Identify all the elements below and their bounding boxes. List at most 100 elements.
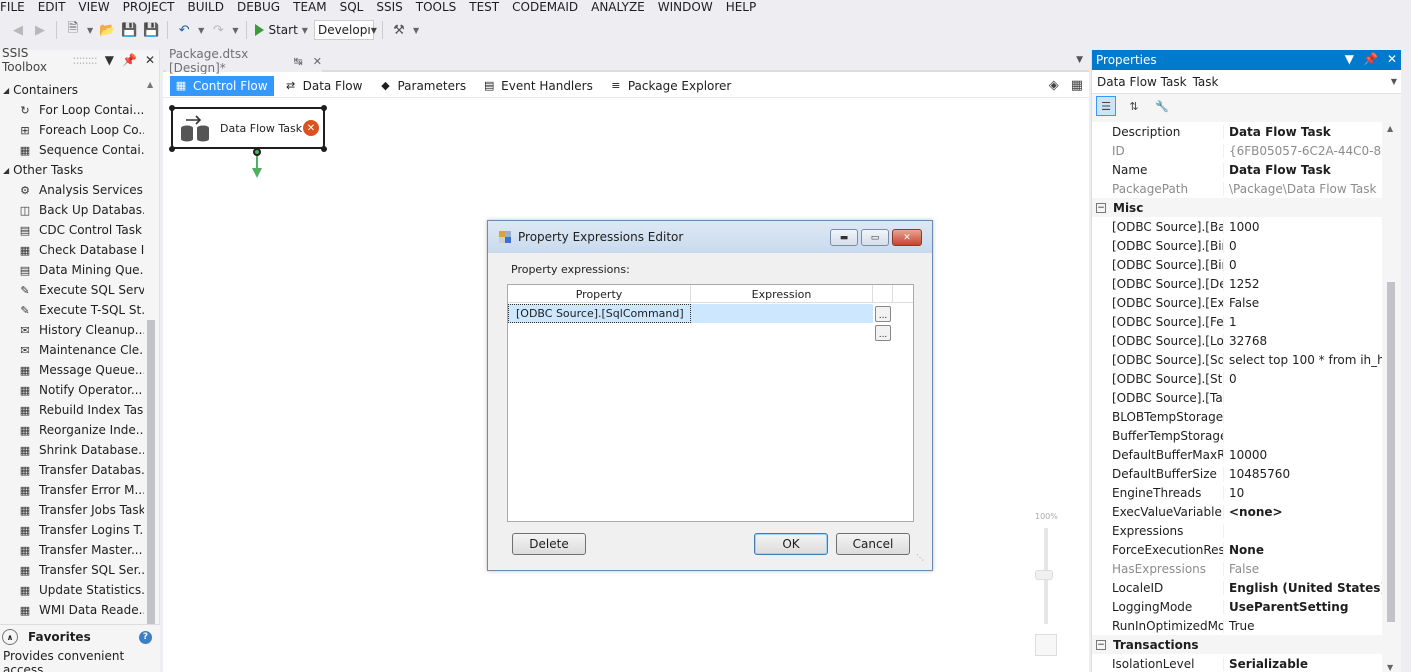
property-row[interactable]: [ODBC Source].[BatchSiz1000 bbox=[1092, 217, 1382, 236]
property-row[interactable]: ExecValueVariable <none> bbox=[1092, 502, 1382, 521]
menu-file[interactable]: FILE bbox=[0, 1, 38, 13]
property-value[interactable]: 32768 bbox=[1224, 334, 1382, 348]
help-icon[interactable]: ? bbox=[139, 630, 152, 644]
tab-parameters[interactable]: ◆ Parameters bbox=[374, 76, 472, 96]
collapse-icon[interactable]: − bbox=[1096, 639, 1106, 650]
dialog-titlebar[interactable]: Property Expressions Editor ▬ ▭ ✕ bbox=[488, 221, 932, 253]
toolbox-item[interactable]: ▦ Message Queue... bbox=[0, 360, 144, 380]
menu-build[interactable]: BUILD bbox=[187, 1, 236, 13]
close-icon[interactable]: ✕ bbox=[313, 55, 322, 68]
toolbox-item[interactable]: ↻ For Loop Contai... bbox=[0, 100, 144, 120]
property-row[interactable]: DefaultBufferSize 10485760 bbox=[1092, 464, 1382, 483]
property-value[interactable]: 0 bbox=[1224, 258, 1382, 272]
property-row[interactable]: Expressions bbox=[1092, 521, 1382, 540]
window-position-icon[interactable]: ▼ bbox=[1345, 52, 1354, 66]
property-row[interactable]: [ODBC Source].[FetchMe1 bbox=[1092, 312, 1382, 331]
toolbox-item[interactable]: ⚙ Analysis Services... bbox=[0, 180, 144, 200]
toolbox-item[interactable]: ✉ History Cleanup... bbox=[0, 320, 144, 340]
property-row[interactable]: [ODBC Source].[SqlComselect top 100 * fr… bbox=[1092, 350, 1382, 369]
property-row[interactable]: PackagePath \Package\Data Flow Task bbox=[1092, 179, 1382, 198]
property-row[interactable]: DefaultBufferMaxRows10000 bbox=[1092, 445, 1382, 464]
menu-help[interactable]: HELP bbox=[726, 1, 770, 13]
collapse-icon[interactable]: ∧ bbox=[2, 629, 18, 645]
toolbox-item[interactable]: ▤ CDC Control Task bbox=[0, 220, 144, 240]
property-row[interactable]: LoggingMode UseParentSetting bbox=[1092, 597, 1382, 616]
toolbox-item[interactable]: ▦ Transfer Master... bbox=[0, 540, 144, 560]
tab-package-explorer[interactable]: ≡ Package Explorer bbox=[605, 76, 738, 96]
toolbox-group-other-tasks[interactable]: ◢ Other Tasks bbox=[0, 160, 144, 180]
property-row[interactable]: LocaleID English (United States) bbox=[1092, 578, 1382, 597]
property-value[interactable]: 10000 bbox=[1224, 448, 1382, 462]
property-value[interactable]: 10 bbox=[1224, 486, 1382, 500]
expression-cell[interactable] bbox=[691, 323, 873, 342]
undo-icon[interactable]: ↶ bbox=[176, 22, 192, 38]
property-row[interactable]: [ODBC Source].[TableNa bbox=[1092, 388, 1382, 407]
property-row[interactable]: [ODBC Source].[LobChu32768 bbox=[1092, 331, 1382, 350]
toolbox-item[interactable]: ▦ Transfer Databas... bbox=[0, 460, 144, 480]
property-value[interactable]: Data Flow Task bbox=[1224, 163, 1382, 177]
menu-sql[interactable]: SQL bbox=[340, 1, 377, 13]
menu-team[interactable]: TEAM bbox=[293, 1, 339, 13]
delete-button[interactable]: Delete bbox=[512, 533, 586, 555]
toolbox-item[interactable]: ▦ Rebuild Index Task bbox=[0, 400, 144, 420]
variables-icon[interactable]: ▦ bbox=[1071, 78, 1083, 93]
property-value[interactable]: None bbox=[1224, 543, 1382, 557]
toolbar-options-icon[interactable]: ▼ bbox=[413, 26, 419, 35]
minimize-button[interactable]: ▬ bbox=[830, 229, 858, 246]
close-icon[interactable]: ✕ bbox=[1387, 52, 1397, 66]
property-row[interactable]: EngineThreads 10 bbox=[1092, 483, 1382, 502]
document-tab[interactable]: Package.dtsx [Design]* ↹ ✕ bbox=[166, 47, 322, 75]
property-row[interactable]: ForceExecutionResultNone bbox=[1092, 540, 1382, 559]
property-value[interactable]: select top 100 * from ih_hi bbox=[1224, 353, 1382, 367]
property-value[interactable]: 10485760 bbox=[1224, 467, 1382, 481]
navigate-back-icon[interactable]: ◀ bbox=[10, 22, 26, 38]
object-selector[interactable]: Data Flow Task Task ▼ bbox=[1092, 70, 1401, 94]
property-value[interactable]: True bbox=[1224, 619, 1382, 633]
property-value[interactable]: {6FB05057-6C2A-44C0-80A bbox=[1224, 144, 1382, 158]
property-row[interactable]: [ODBC Source].[BindNur0 bbox=[1092, 255, 1382, 274]
property-value[interactable]: 0 bbox=[1224, 372, 1382, 386]
toolbox-item[interactable]: ✎ Execute SQL Serv... bbox=[0, 280, 144, 300]
toolbox-item[interactable]: ▦ Transfer SQL Ser... bbox=[0, 560, 144, 580]
property-value[interactable]: False bbox=[1224, 562, 1382, 576]
zoom-slider-knob[interactable] bbox=[1035, 570, 1053, 580]
property-value[interactable]: 1 bbox=[1224, 315, 1382, 329]
tab-control-flow[interactable]: ▦ Control Flow bbox=[170, 75, 274, 96]
property-value[interactable]: UseParentSetting bbox=[1224, 600, 1382, 614]
property-row[interactable]: [ODBC Source].[Stateme0 bbox=[1092, 369, 1382, 388]
menu-tools[interactable]: TOOLS bbox=[416, 1, 470, 13]
menu-view[interactable]: VIEW bbox=[78, 1, 122, 13]
property-value[interactable]: False bbox=[1224, 296, 1382, 310]
close-icon[interactable]: ✕ bbox=[145, 53, 155, 67]
property-value[interactable]: 0 bbox=[1224, 239, 1382, 253]
property-category-misc[interactable]: − Misc bbox=[1092, 198, 1382, 217]
property-row[interactable]: [ODBC Source].[ExposeCFalse bbox=[1092, 293, 1382, 312]
toolbox-item[interactable]: ▦ Transfer Logins T... bbox=[0, 520, 144, 540]
save-icon[interactable]: 💾 bbox=[121, 22, 137, 38]
precedence-constraint-arrow[interactable] bbox=[252, 168, 262, 178]
menu-codemaid[interactable]: CODEMAID bbox=[512, 1, 591, 13]
pin-icon[interactable]: 📌 bbox=[122, 53, 137, 67]
toolbox-item[interactable]: ▦ Sequence Contai... bbox=[0, 140, 144, 160]
menu-analyze[interactable]: ANALYZE bbox=[591, 1, 658, 13]
selection-handle[interactable] bbox=[321, 146, 327, 152]
scroll-up-icon[interactable]: ▲ bbox=[147, 80, 153, 89]
maximize-button[interactable]: ▭ bbox=[861, 229, 889, 246]
property-value[interactable]: 1000 bbox=[1224, 220, 1382, 234]
toolbox-item[interactable]: ▦ Transfer Error M... bbox=[0, 480, 144, 500]
toolbox-item[interactable]: ▦ Shrink Database... bbox=[0, 440, 144, 460]
property-value[interactable]: \Package\Data Flow Task bbox=[1224, 182, 1382, 196]
property-value[interactable]: English (United States) bbox=[1224, 581, 1382, 595]
properties-scrollbar[interactable]: ▲ ▼ bbox=[1384, 122, 1398, 672]
precedence-constraint-handle[interactable] bbox=[253, 148, 261, 156]
favorites-header[interactable]: ∧ Favorites ? bbox=[0, 625, 160, 649]
property-row[interactable]: Name Data Flow Task bbox=[1092, 160, 1382, 179]
property-row[interactable]: BLOBTempStoragePath bbox=[1092, 407, 1382, 426]
grid-row[interactable]: ... bbox=[508, 323, 913, 342]
toolbox-item[interactable]: ▦ Reorganize Inde... bbox=[0, 420, 144, 440]
connection-managers-icon[interactable]: ◈ bbox=[1049, 78, 1059, 93]
chevron-down-icon[interactable]: ▼ bbox=[1391, 77, 1397, 86]
selection-handle[interactable] bbox=[169, 146, 175, 152]
toolbox-item[interactable]: ▤ Data Mining Que... bbox=[0, 260, 144, 280]
property-value[interactable]: <none> bbox=[1224, 505, 1382, 519]
